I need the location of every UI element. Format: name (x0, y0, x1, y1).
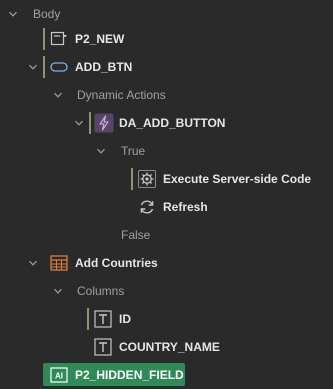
tree-node-p2-hidden-field[interactable]: AI P2_HIDDEN_FIELD (0, 361, 333, 389)
tree-node-dynamic-actions[interactable]: Dynamic Actions (0, 81, 333, 109)
gear-icon (138, 170, 156, 188)
tree-indicator-bar (89, 112, 91, 134)
tree-node-columns[interactable]: Columns (0, 277, 333, 305)
chevron-down-icon[interactable] (8, 9, 18, 19)
text-column-icon (94, 338, 112, 356)
tree-node-label: DA_ADD_BUTTON (119, 116, 226, 130)
tree-node-refresh[interactable]: Refresh (0, 193, 333, 221)
tree-indicator-bar (43, 28, 45, 50)
tree-node-label: P2_HIDDEN_FIELD (75, 368, 184, 382)
tree-node-label: Refresh (163, 200, 208, 214)
chevron-down-icon[interactable] (96, 146, 106, 156)
tree-node-label: True (121, 144, 146, 158)
interactive-grid-icon (50, 254, 68, 272)
tree-indicator-bar (87, 308, 89, 330)
tree-node-label: ID (119, 312, 131, 326)
button-icon (50, 58, 68, 76)
tree-node-label: Columns (77, 284, 125, 298)
tree-node-add-countries[interactable]: Add Countries (0, 249, 333, 277)
tree-node-label: ADD_BTN (75, 60, 133, 74)
tree-node-label: Add Countries (75, 256, 158, 270)
tree-node-true[interactable]: True (0, 137, 333, 165)
refresh-icon (138, 198, 156, 216)
tree-node-add-btn[interactable]: ADD_BTN (0, 53, 333, 81)
tree-node-label: False (121, 228, 151, 242)
tree-node-false[interactable]: False (0, 221, 333, 249)
chevron-down-icon[interactable] (74, 118, 84, 128)
tree-node-label: COUNTRY_NAME (119, 340, 220, 354)
page-item-icon (50, 30, 68, 48)
chevron-down-icon[interactable] (28, 258, 38, 268)
text-column-icon (94, 310, 112, 328)
chevron-down-icon[interactable] (53, 90, 63, 100)
hidden-item-icon: AI (50, 366, 68, 384)
tree-indicator-bar (43, 56, 45, 78)
page-designer-tree: Body P2_NEW ADD_BTN Dynamic Actions DA_A… (0, 0, 333, 386)
tree-node-execute-server-side-code[interactable]: Execute Server-side Code (0, 165, 333, 193)
chevron-down-icon[interactable] (53, 286, 63, 296)
svg-text:AI: AI (55, 372, 63, 381)
tree-node-label: Execute Server-side Code (163, 172, 312, 186)
tree-node-da-add-button[interactable]: DA_ADD_BUTTON (0, 109, 333, 137)
tree-node-label: Body (33, 7, 61, 21)
tree-node-label: P2_NEW (75, 32, 125, 46)
tree-node-p2-new[interactable]: P2_NEW (0, 25, 333, 53)
dynamic-action-icon (94, 113, 114, 133)
tree-node-column-id[interactable]: ID (0, 305, 333, 333)
tree-node-column-country-name[interactable]: COUNTRY_NAME (0, 333, 333, 361)
tree-node-body[interactable]: Body (0, 0, 333, 28)
tree-node-label: Dynamic Actions (77, 88, 166, 102)
tree-indicator-bar (131, 168, 133, 190)
chevron-down-icon[interactable] (28, 62, 38, 72)
